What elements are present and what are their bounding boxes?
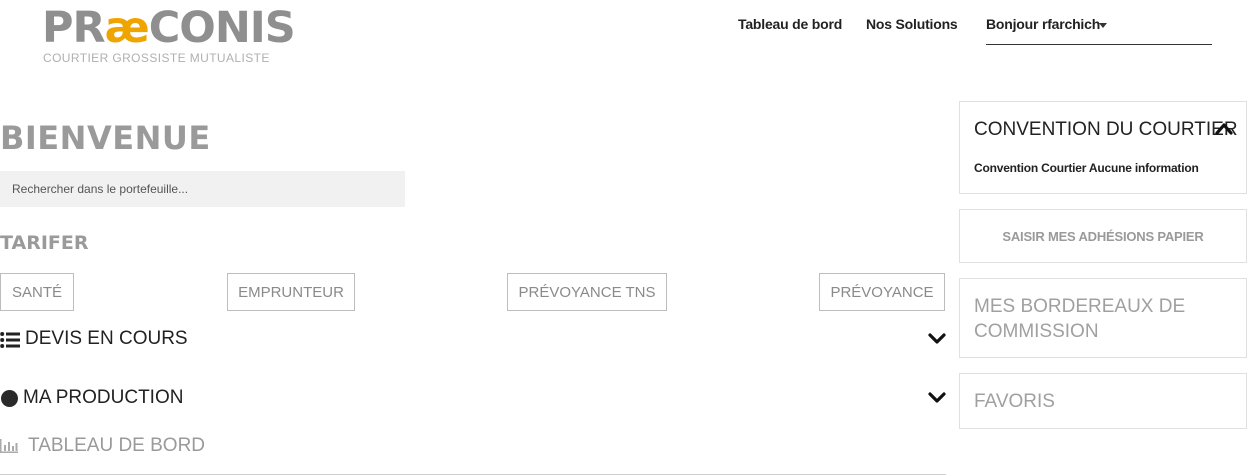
tarifer-heading: TARIFER — [0, 232, 89, 254]
bordereaux-commission-card[interactable]: MES BORDEREAUX DE COMMISSION — [959, 278, 1247, 358]
page-title: BIENVENUE — [0, 119, 211, 157]
chevron-down-icon[interactable] — [928, 332, 946, 346]
user-greeting: Bonjour rfarchich — [986, 16, 1101, 32]
chevron-up-icon[interactable] — [1215, 122, 1233, 135]
devis-en-cours-label: DEVIS EN COURS — [25, 328, 188, 349]
tableau-de-bord-section[interactable]: TABLEAU DE BORD — [0, 433, 946, 475]
convention-text: Convention Courtier Aucune information — [974, 161, 1199, 175]
logo-tagline: COURTIER GROSSISTE MUTUALISTE — [43, 51, 270, 65]
ma-production-section[interactable]: MA PRODUCTION — [0, 384, 946, 414]
tarif-prevoyance-button[interactable]: PRÉVOYANCE — [819, 273, 945, 311]
tarif-emprunteur-button[interactable]: EMPRUNTEUR — [227, 273, 355, 311]
devis-en-cours-section[interactable]: DEVIS EN COURS — [0, 325, 946, 355]
list-icon — [0, 332, 20, 348]
tableau-de-bord-label: TABLEAU DE BORD — [28, 435, 206, 456]
user-menu[interactable]: Bonjour rfarchich — [986, 14, 1212, 45]
circle-icon — [1, 390, 18, 407]
chevron-down-icon[interactable] — [928, 391, 946, 405]
logo[interactable]: PRæCONIS COURTIER GROSSISTE MUTUALISTE — [42, 2, 296, 66]
portfolio-search-input[interactable] — [0, 171, 405, 207]
bar-chart-icon — [0, 439, 18, 453]
convention-title: CONVENTION DU COURTIER — [974, 119, 1238, 140]
caret-down-icon — [1099, 23, 1107, 28]
nav-nos-solutions[interactable]: Nos Solutions — [866, 16, 958, 32]
tarif-sante-button[interactable]: SANTÉ — [0, 273, 74, 311]
bordereaux-title: MES BORDEREAUX DE COMMISSION — [974, 296, 1186, 342]
logo-wordmark: PRæCONIS — [42, 3, 296, 53]
favoris-title: FAVORIS — [974, 391, 1055, 412]
favoris-card[interactable]: FAVORIS — [959, 373, 1247, 429]
nav-tableau-de-bord[interactable]: Tableau de bord — [738, 16, 842, 32]
convention-card: CONVENTION DU COURTIER Convention Courti… — [959, 101, 1247, 194]
ma-production-label: MA PRODUCTION — [23, 387, 184, 408]
saisir-adhesions-button[interactable]: SAISIR MES ADHÉSIONS PAPIER — [959, 209, 1247, 263]
tarif-prevoyance-tns-button[interactable]: PRÉVOYANCE TNS — [507, 273, 667, 311]
